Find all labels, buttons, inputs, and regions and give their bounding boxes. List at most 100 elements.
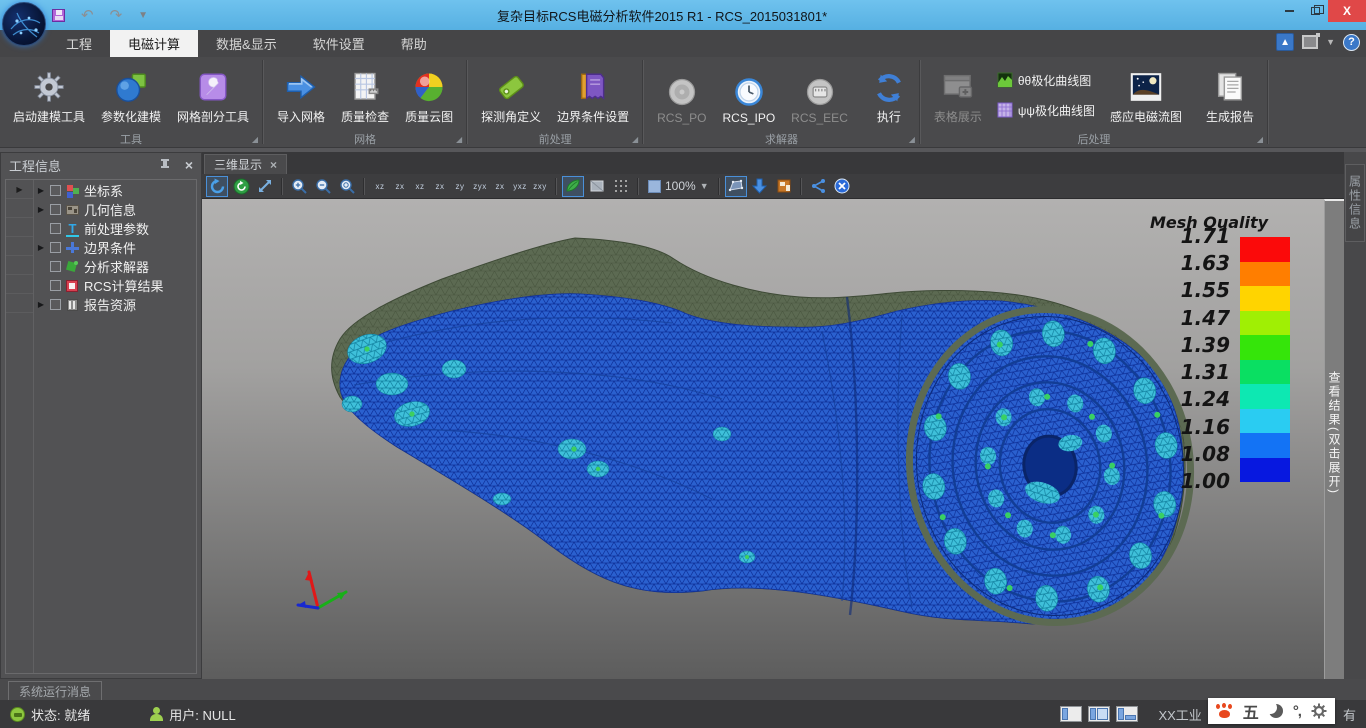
tab-help[interactable]: 帮助 bbox=[383, 30, 445, 57]
checkbox[interactable] bbox=[50, 242, 61, 253]
window-switch-caret-icon[interactable]: ▼ bbox=[1326, 37, 1335, 47]
gutter-cell[interactable] bbox=[6, 199, 33, 218]
rcs-ipo-button[interactable]: RCS_IPO bbox=[717, 63, 780, 127]
pin-icon[interactable] bbox=[159, 159, 171, 171]
help-icon[interactable]: ? bbox=[1343, 34, 1360, 51]
parametric-modeling-button[interactable]: 参数化建模 bbox=[96, 63, 166, 127]
close-button[interactable]: X bbox=[1328, 0, 1366, 22]
axis-view-button-7[interactable]: yxz bbox=[510, 176, 530, 197]
checkbox[interactable] bbox=[50, 204, 61, 215]
gutter-cell[interactable] bbox=[6, 294, 33, 313]
gutter-cell[interactable] bbox=[6, 237, 33, 256]
gutter-cell[interactable]: ▶ bbox=[6, 180, 33, 199]
axis-view-button-6[interactable]: zx bbox=[490, 176, 510, 197]
tree-item-report-resources[interactable]: ▶报告资源 bbox=[34, 295, 196, 314]
dialog-launcher-icon[interactable]: ◢ bbox=[632, 135, 638, 144]
tab-software-settings[interactable]: 软件设置 bbox=[295, 30, 383, 57]
points-mode-button[interactable] bbox=[610, 176, 632, 197]
tab-close-icon[interactable]: × bbox=[270, 158, 277, 172]
expander-icon[interactable]: ▶ bbox=[36, 243, 46, 252]
pan-zoom-arrow-button[interactable] bbox=[254, 176, 276, 197]
system-message-tab[interactable]: 系统运行消息 bbox=[8, 681, 102, 700]
shaded-mode-button[interactable] bbox=[562, 176, 584, 197]
ime-gear-icon[interactable] bbox=[1311, 703, 1327, 719]
ime-punctuation-label[interactable]: °, bbox=[1293, 703, 1301, 720]
checkbox[interactable] bbox=[50, 280, 61, 291]
tab-project[interactable]: 工程 bbox=[48, 30, 110, 57]
save-icon[interactable] bbox=[52, 9, 65, 22]
view-results-collapsed-bar[interactable]: 查看结果(双击展开) bbox=[1324, 199, 1344, 679]
launch-modeling-tool-button[interactable]: 启动建模工具 bbox=[8, 63, 90, 127]
dialog-launcher-icon[interactable]: ◢ bbox=[456, 135, 462, 144]
restore-button[interactable] bbox=[1302, 0, 1328, 22]
dialog-launcher-icon[interactable]: ◢ bbox=[909, 135, 915, 144]
checkbox[interactable] bbox=[50, 185, 61, 196]
gutter-cell[interactable] bbox=[6, 218, 33, 237]
collapse-ribbon-icon[interactable]: ▲ bbox=[1276, 33, 1294, 51]
window-switch-icon[interactable] bbox=[1302, 35, 1318, 49]
rcs-po-button[interactable]: RCS_PO bbox=[652, 63, 711, 127]
refresh-view-button[interactable] bbox=[230, 176, 252, 197]
layout-bottom-icon[interactable] bbox=[1116, 706, 1138, 722]
expander-icon[interactable]: ▶ bbox=[36, 205, 46, 214]
ime-wubi-label[interactable]: 五 bbox=[1243, 699, 1259, 723]
layout-left-icon[interactable] bbox=[1060, 706, 1082, 722]
tab-3d-display[interactable]: 三维显示 × bbox=[204, 154, 287, 174]
dialog-launcher-icon[interactable]: ◢ bbox=[252, 135, 258, 144]
zoom-fit-button[interactable] bbox=[336, 176, 358, 197]
undo-icon[interactable]: ↶ bbox=[81, 8, 94, 23]
wireframe-mode-button[interactable] bbox=[586, 176, 608, 197]
gutter-cell[interactable] bbox=[6, 256, 33, 275]
boundary-condition-button[interactable]: 边界条件设置 bbox=[552, 63, 634, 127]
import-mesh-button[interactable]: 导入网格 bbox=[272, 63, 330, 127]
tree-item-rcs-results[interactable]: RCS计算结果 bbox=[34, 276, 196, 295]
rcs-eec-button[interactable]: RCS_EEC bbox=[786, 63, 853, 127]
ime-toolbar[interactable]: 五 °, bbox=[1208, 698, 1335, 724]
close-circle-button[interactable] bbox=[831, 176, 853, 197]
qat-dropdown-icon[interactable]: ▼ bbox=[138, 10, 148, 21]
panel-close-icon[interactable]: × bbox=[185, 158, 193, 172]
minimize-button[interactable] bbox=[1276, 0, 1302, 22]
axis-view-button-2[interactable]: xz bbox=[410, 176, 430, 197]
expander-icon[interactable]: ▶ bbox=[36, 300, 46, 309]
axis-view-button-8[interactable]: zxy bbox=[530, 176, 550, 197]
psi-polar-curve-button[interactable]: ψψ极化曲线图 bbox=[997, 99, 1095, 121]
expander-icon[interactable]: ▶ bbox=[36, 186, 46, 195]
zoom-percent-control[interactable]: 100% ▼ bbox=[644, 179, 713, 193]
axis-view-button-4[interactable]: zy bbox=[450, 176, 470, 197]
checkbox[interactable] bbox=[50, 261, 61, 272]
tab-data-display[interactable]: 数据&显示 bbox=[198, 30, 295, 57]
checkbox[interactable] bbox=[50, 223, 61, 234]
execute-button[interactable]: 执行 bbox=[867, 63, 911, 127]
tab-em-computation[interactable]: 电磁计算 bbox=[110, 30, 198, 57]
3d-canvas[interactable]: Mesh Quality 1.711.631.551.471.391.311.2… bbox=[202, 199, 1344, 679]
table-display-button[interactable]: 表格展示 bbox=[929, 63, 987, 127]
tree-item-preprocess-params[interactable]: T前处理参数 bbox=[34, 219, 196, 238]
axis-view-button-1[interactable]: zx bbox=[390, 176, 410, 197]
induced-current-map-button[interactable]: 感应电磁流图 bbox=[1105, 63, 1187, 127]
detection-angle-button[interactable]: 探测角定义 bbox=[476, 63, 546, 127]
tree-item-boundary-conditions[interactable]: ▶边界条件 bbox=[34, 238, 196, 257]
quality-check-button[interactable]: 质量检查 bbox=[336, 63, 394, 127]
generate-report-button[interactable]: 生成报告 bbox=[1201, 63, 1259, 127]
theta-polar-curve-button[interactable]: θθ极化曲线图 bbox=[997, 69, 1095, 91]
axis-view-button-3[interactable]: zx bbox=[430, 176, 450, 197]
zoom-caret-icon[interactable]: ▼ bbox=[700, 181, 709, 191]
ime-paw-icon[interactable] bbox=[1216, 703, 1233, 719]
property-info-tab[interactable]: 属性信息 bbox=[1345, 164, 1365, 242]
axis-view-button-5[interactable]: zyx bbox=[470, 176, 490, 197]
rotate-view-button[interactable] bbox=[206, 176, 228, 197]
ime-moon-icon[interactable] bbox=[1269, 704, 1283, 718]
scene-tree-button[interactable] bbox=[773, 176, 795, 197]
zoom-in-button[interactable] bbox=[288, 176, 310, 197]
checkbox[interactable] bbox=[50, 299, 61, 310]
mesh-surface-button[interactable] bbox=[725, 176, 747, 197]
quality-contour-button[interactable]: 质量云图 bbox=[400, 63, 458, 127]
zoom-out-button[interactable] bbox=[312, 176, 334, 197]
tree-item-geometry-info[interactable]: ▶几何信息 bbox=[34, 200, 196, 219]
share-nodes-button[interactable] bbox=[807, 176, 829, 197]
arrow-down-button[interactable] bbox=[749, 176, 771, 197]
app-logo-icon[interactable] bbox=[2, 2, 46, 46]
redo-icon[interactable]: ↷ bbox=[110, 8, 123, 23]
dialog-launcher-icon[interactable]: ◢ bbox=[1257, 135, 1263, 144]
